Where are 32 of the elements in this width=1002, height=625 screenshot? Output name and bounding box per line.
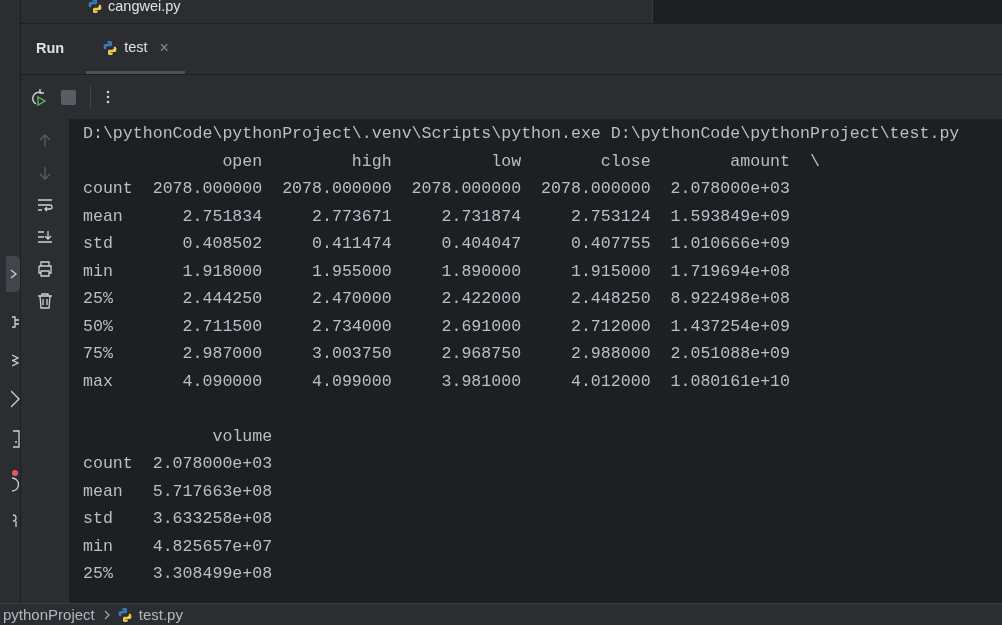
console-line: max 4.090000 4.099000 3.981000 4.012000 1.080161e+10: [83, 370, 790, 393]
console-line: 50% 2.711500 2.734000 2.691000 2.712000 1.437254e+09: [83, 315, 790, 338]
console-line: count 2078.000000 2078.000000 2078.000000 2078.000000 2.078000e+03: [83, 178, 790, 200]
print-icon[interactable]: [36, 260, 54, 278]
console-line: 25% 2.444250 2.470000 2.422000 2.448250 8.922498e+08: [83, 288, 790, 310]
console-line: std 0.408502 0.411474 0.404047 0.407755 1.010666e+09: [83, 233, 790, 255]
file-tree-item[interactable]: cangwei.py: [108, 0, 181, 15]
console-line: min 1.918000 1.955000 1.890000 1.915000 1.719694e+08: [83, 260, 790, 283]
console-line: count 2.078000e+03: [83, 453, 273, 475]
tab-label: test: [124, 37, 148, 57]
scroll-to-end-icon[interactable]: [36, 228, 54, 246]
console-line: volume: [211, 425, 273, 448]
console-line: mean 5.717663e+08: [83, 480, 273, 503]
breadcrumb[interactable]: test.py: [138, 605, 183, 624]
console-line: min 4.825657e+07: [83, 535, 273, 558]
python-icon: [116, 606, 133, 623]
chevron-right-icon: [102, 609, 111, 620]
python-icon: [102, 39, 119, 56]
soft-wrap-icon[interactable]: [36, 196, 54, 214]
run-tool-icon[interactable]: [6, 256, 20, 292]
panel-title: Run: [36, 39, 65, 59]
console-line: 25% 3.308499e+08: [83, 563, 273, 585]
console-line: mean 2.751834 2.773671 2.731874 2.753124 1.593849e+09: [83, 205, 790, 228]
close-icon[interactable]: ×: [159, 35, 169, 60]
console-line: 75% 2.987000 3.003750 2.968750 2.988000 2.051088e+09: [83, 343, 790, 365]
console-line: D:\pythonCode\pythonProject\.venv\Scripts\python.exe D:\pythonCode\pythonProject\test.py: [83, 123, 960, 145]
trash-icon[interactable]: [36, 292, 54, 310]
more-icon[interactable]: [105, 89, 111, 105]
console-line: open high low close amount \: [221, 150, 820, 173]
breadcrumb[interactable]: pythonProject: [3, 605, 95, 624]
python-file-icon: [87, 0, 103, 14]
console-line: std 3.633258e+08: [83, 508, 273, 530]
